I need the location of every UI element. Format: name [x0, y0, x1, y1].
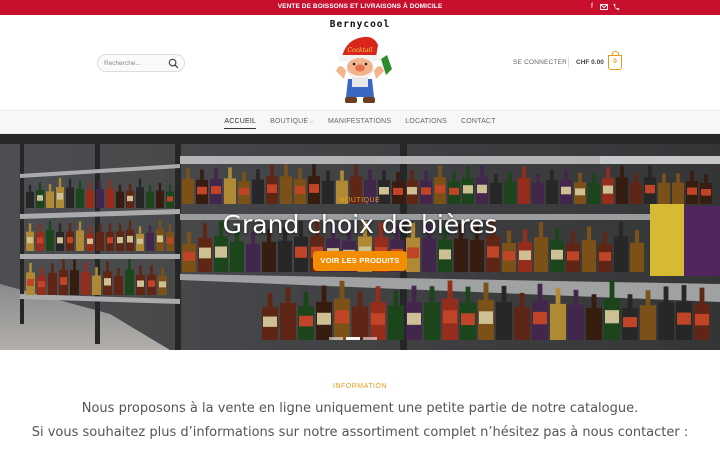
cart-count: 0 — [613, 58, 617, 65]
cart-total[interactable]: CHF 0.00 — [576, 59, 604, 66]
logo-title: Bernycool — [329, 19, 391, 30]
top-bar-icons: f — [588, 2, 620, 12]
hero-kicker: BOUTIQUE — [339, 197, 381, 204]
cart-icon[interactable]: 0 — [608, 51, 622, 70]
phone-icon[interactable] — [612, 2, 620, 12]
main-nav: ACCUEIL BOUTIQUE⌵ MANIFESTATIONS LOCATIO… — [0, 110, 720, 134]
site-header: Bernycool Cocktail SE CONNECTER C — [0, 15, 720, 110]
chevron-down-icon: ⌵ — [309, 119, 314, 125]
hero-overlay — [0, 134, 720, 350]
header-divider — [568, 57, 569, 68]
nav-item-locations[interactable]: LOCATIONS — [405, 118, 447, 126]
mail-icon[interactable] — [600, 2, 608, 12]
nav-item-manifestations[interactable]: MANIFESTATIONS — [328, 118, 391, 126]
nav-item-boutique-label: BOUTIQUE — [270, 118, 309, 125]
facebook-icon[interactable]: f — [588, 2, 596, 12]
hero-title: Grand choix de bières — [222, 210, 498, 239]
info-kicker: INFORMATION — [333, 383, 387, 390]
site-logo[interactable]: Bernycool Cocktail — [318, 19, 402, 109]
login-link[interactable]: SE CONNECTER — [513, 59, 567, 66]
logo-badge-text: Cocktail — [347, 47, 372, 54]
nav-item-accueil[interactable]: ACCUEIL — [224, 118, 256, 129]
slider-dot[interactable] — [363, 337, 377, 340]
logo-mascot: Cocktail — [336, 36, 392, 103]
nav-item-contact[interactable]: CONTACT — [461, 118, 496, 126]
search-input[interactable] — [104, 57, 168, 70]
view-products-button[interactable]: VOIR LES PRODUITS — [313, 251, 407, 271]
slider-dot-active[interactable] — [346, 337, 360, 340]
info-line-1: Nous proposons à la vente en ligne uniqu… — [81, 401, 639, 416]
search-box — [97, 54, 185, 72]
search-icon[interactable] — [168, 58, 179, 69]
info-line-2: Si vous souhaitez plus d’informations su… — [31, 425, 689, 440]
slider-dot[interactable] — [329, 337, 343, 340]
hero-slider: BOUTIQUE Grand choix de bières VOIR LES … — [0, 134, 720, 350]
nav-item-boutique[interactable]: BOUTIQUE⌵ — [270, 118, 314, 126]
slider-dots — [329, 337, 377, 340]
top-bar: VENTE DE BOISSONS ET LIVRAISONS À DOMICI… — [0, 0, 720, 15]
